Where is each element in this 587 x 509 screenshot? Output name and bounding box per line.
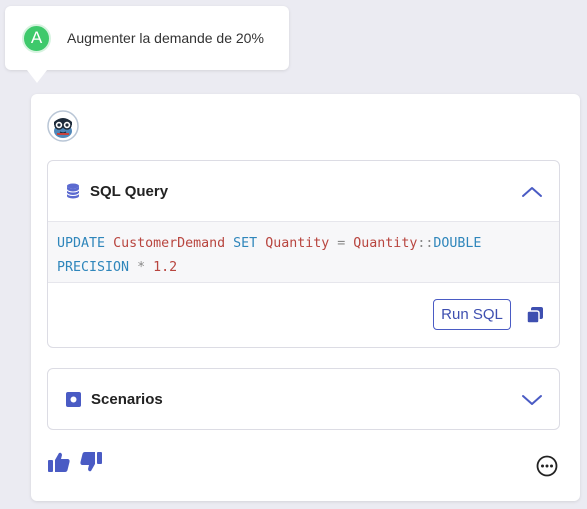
bot-avatar-icon [47, 110, 79, 142]
sql-token: DOUBLE [433, 236, 482, 251]
bubble-tail [27, 70, 47, 83]
sql-code-line: PRECISION * 1.2 [57, 256, 550, 280]
copy-icon[interactable] [527, 307, 543, 323]
sql-code-line: UPDATE CustomerDemand SET Quantity = Qua… [57, 232, 550, 256]
sql-token: PRECISION [57, 260, 130, 275]
sql-token: Quantity [265, 236, 330, 251]
sql-query-panel: SQL Query UPDATE CustomerDemand SET Quan… [47, 160, 560, 348]
square-icon [66, 391, 81, 407]
sql-token: * [129, 260, 154, 275]
database-icon [66, 183, 80, 199]
chevron-down-icon[interactable] [521, 389, 543, 411]
sql-panel-header[interactable]: SQL Query [48, 161, 559, 221]
sql-token: = [329, 236, 354, 251]
run-sql-button[interactable]: Run SQL [433, 299, 511, 330]
chevron-up-icon[interactable] [521, 181, 543, 203]
scenarios-panel-header[interactable]: Scenarios [48, 369, 559, 429]
thumbs-down-icon[interactable] [80, 452, 102, 472]
sql-code-block: UPDATE CustomerDemand SET Quantity = Qua… [48, 221, 559, 283]
sql-token: Quantity [353, 236, 418, 251]
sql-token: SET [233, 236, 258, 251]
scenarios-panel: Scenarios [47, 368, 560, 430]
sql-panel-title: SQL Query [90, 182, 169, 200]
scenarios-panel-title: Scenarios [91, 390, 163, 408]
sql-token: 1.2 [153, 260, 178, 275]
user-message-bubble: A Augmenter la demande de 20% [5, 6, 289, 83]
more-options-icon[interactable] [536, 455, 558, 477]
user-message-text: Augmenter la demande de 20% [67, 30, 264, 46]
user-avatar: A [22, 23, 51, 53]
sql-token: :: [417, 236, 434, 251]
sql-token: UPDATE [57, 236, 106, 251]
assistant-message-card: SQL Query UPDATE CustomerDemand SET Quan… [31, 94, 580, 501]
thumbs-up-icon[interactable] [48, 452, 70, 472]
sql-token: CustomerDemand [113, 236, 226, 251]
